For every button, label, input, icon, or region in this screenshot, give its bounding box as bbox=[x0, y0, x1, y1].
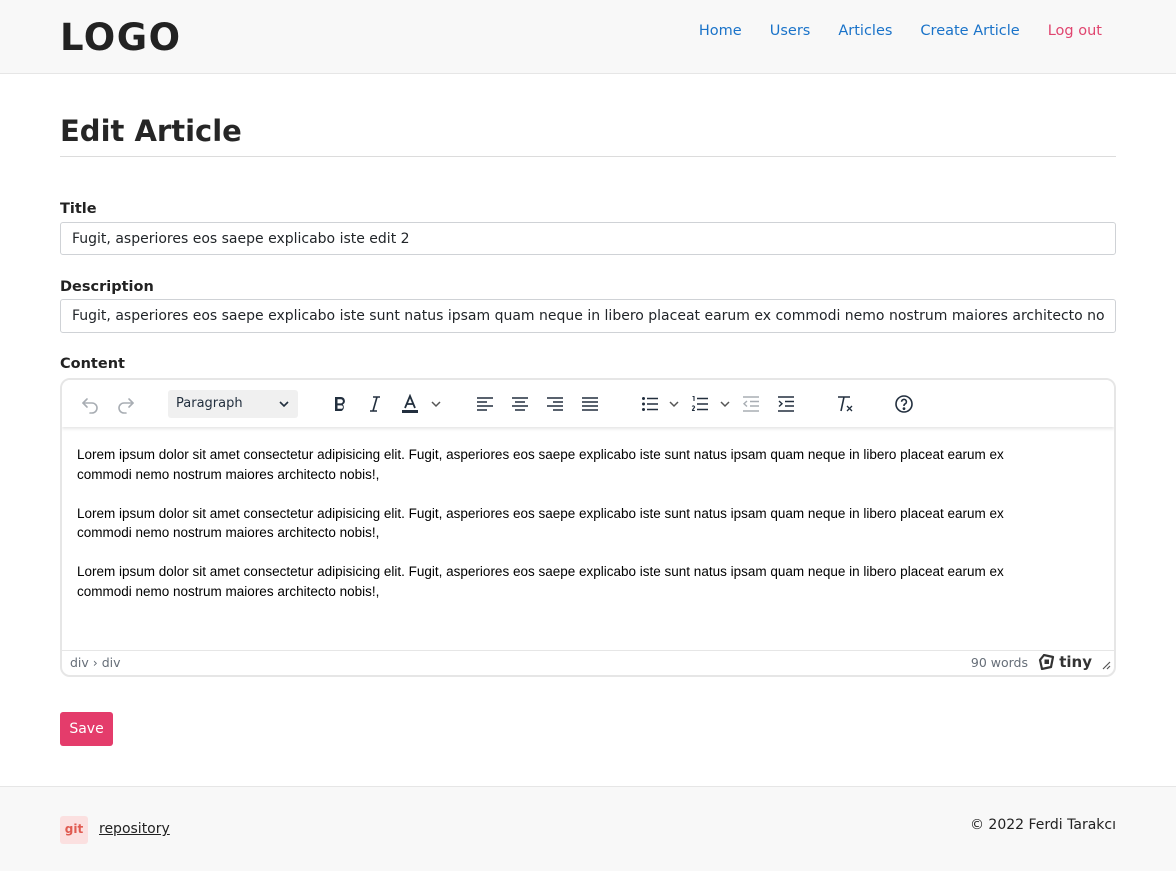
title-label: Title bbox=[60, 201, 97, 217]
content-paragraph: Lorem ipsum dolor sit amet consectetur a… bbox=[77, 447, 1004, 482]
italic-icon[interactable] bbox=[363, 392, 387, 416]
editor-toolbar: Paragraph bbox=[62, 380, 1114, 427]
nav-create-article-link[interactable]: Create Article bbox=[920, 20, 1019, 42]
nav-home-link[interactable]: Home bbox=[699, 20, 742, 42]
resize-handle-icon[interactable] bbox=[1101, 660, 1111, 670]
indent-icon[interactable] bbox=[774, 392, 798, 416]
title-input[interactable] bbox=[60, 222, 1116, 255]
rich-text-editor: Paragraph Lorem ipsum dolor sit amet con… bbox=[60, 378, 1116, 677]
bullet-list-icon[interactable] bbox=[638, 392, 662, 416]
numbered-list-chevron-icon[interactable] bbox=[719, 398, 731, 410]
content-paragraph: Lorem ipsum dolor sit amet consectetur a… bbox=[77, 505, 1004, 541]
align-center-icon[interactable] bbox=[508, 392, 532, 416]
outdent-icon[interactable] bbox=[739, 392, 763, 416]
title-divider bbox=[60, 156, 1116, 157]
chevron-down-icon bbox=[279, 401, 289, 408]
tiny-brand-link[interactable]: tiny bbox=[1038, 653, 1092, 671]
align-justify-icon[interactable] bbox=[578, 392, 602, 416]
redo-icon[interactable] bbox=[114, 392, 138, 416]
site-header: LOGO Home Users Articles Create Article … bbox=[0, 0, 1176, 74]
copyright-text: © 2022 Ferdi Tarakcı bbox=[969, 817, 1116, 833]
tiny-logo-icon bbox=[1039, 654, 1055, 670]
nav-users-link[interactable]: Users bbox=[770, 20, 811, 42]
page-title: Edit Article bbox=[60, 114, 242, 148]
site-footer: git repository © 2022 Ferdi Tarakcı bbox=[0, 786, 1176, 871]
align-left-icon[interactable] bbox=[473, 392, 497, 416]
save-button[interactable]: Save bbox=[60, 712, 113, 746]
description-label: Description bbox=[60, 279, 154, 295]
align-right-icon[interactable] bbox=[543, 392, 567, 416]
git-icon: git bbox=[60, 816, 88, 844]
undo-icon[interactable] bbox=[78, 392, 102, 416]
bold-icon[interactable] bbox=[328, 392, 352, 416]
help-icon[interactable] bbox=[892, 392, 916, 416]
logo[interactable]: LOGO bbox=[60, 14, 182, 62]
content-label: Content bbox=[60, 356, 125, 372]
main-nav: Home Users Articles Create Article Log o… bbox=[671, 20, 1102, 42]
text-color-icon[interactable] bbox=[398, 392, 422, 416]
description-input[interactable] bbox=[60, 299, 1116, 333]
content-paragraph: Lorem ipsum dolor sit amet consectetur a… bbox=[77, 564, 1004, 599]
editor-content-area[interactable]: Lorem ipsum dolor sit amet consectetur a… bbox=[62, 427, 1114, 651]
tiny-brand-text: tiny bbox=[1059, 653, 1092, 671]
block-format-value: Paragraph bbox=[176, 396, 243, 411]
block-format-select[interactable]: Paragraph bbox=[168, 390, 298, 418]
nav-logout-link[interactable]: Log out bbox=[1048, 20, 1102, 42]
element-path[interactable]: div › div bbox=[70, 655, 121, 670]
clear-formatting-icon[interactable] bbox=[833, 392, 857, 416]
text-color-chevron-icon[interactable] bbox=[430, 398, 442, 410]
nav-articles-link[interactable]: Articles bbox=[838, 20, 892, 42]
bullet-list-chevron-icon[interactable] bbox=[668, 398, 680, 410]
repository-link[interactable]: repository bbox=[99, 821, 170, 837]
numbered-list-icon[interactable] bbox=[688, 392, 712, 416]
editor-statusbar: div › div 90 words tiny bbox=[62, 650, 1114, 675]
word-count[interactable]: 90 words bbox=[971, 655, 1028, 670]
